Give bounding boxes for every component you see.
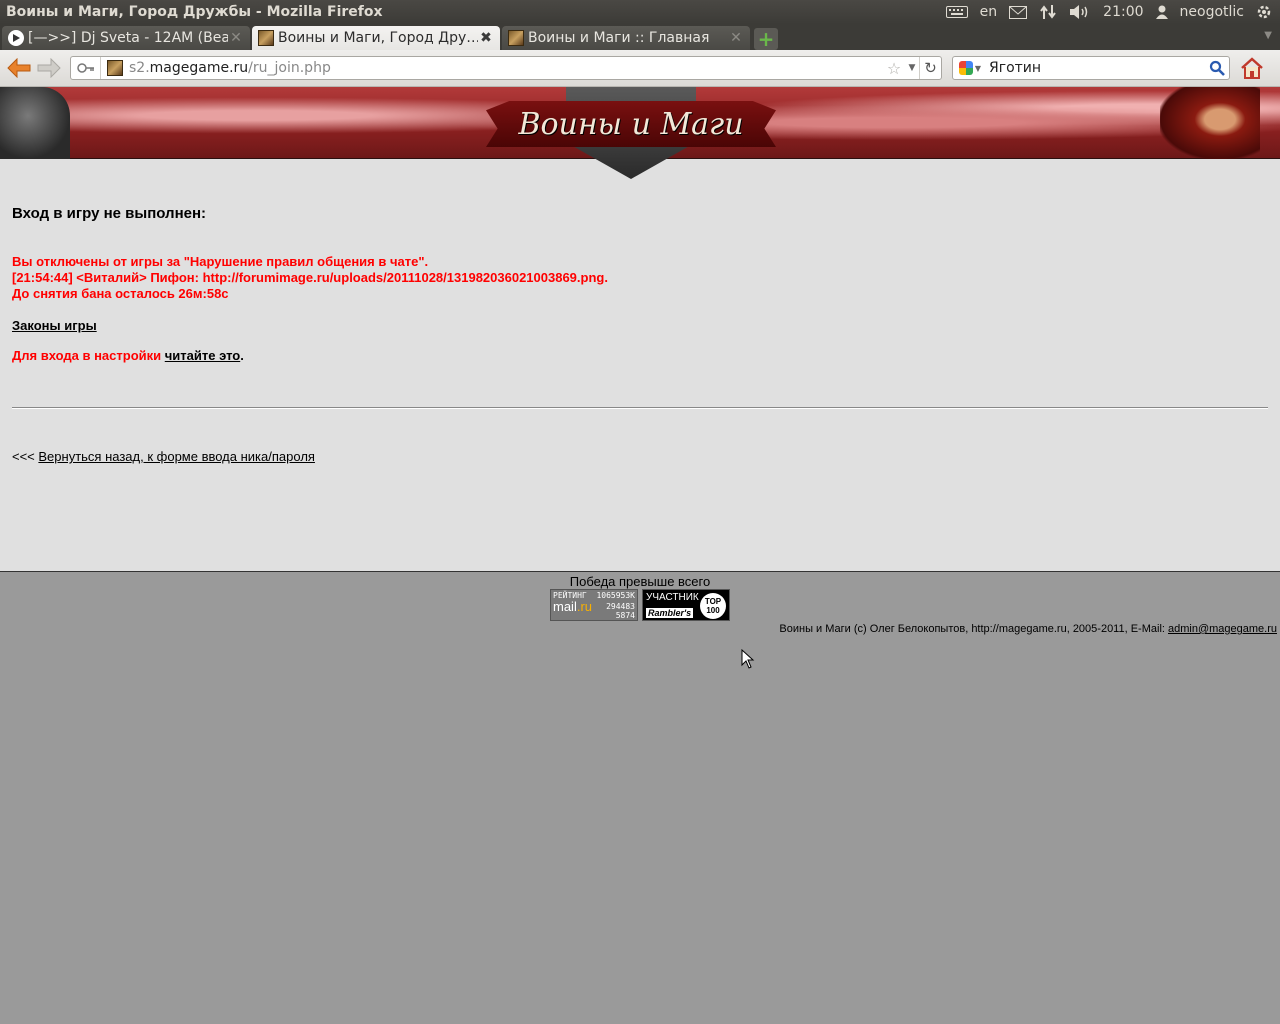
tab-game-main[interactable]: Воины и Маги :: Главная ✕ bbox=[502, 26, 750, 50]
back-arrows: <<< bbox=[12, 449, 39, 464]
tab-strip: [—>>] Dj Sveta - 12AM (Bea… ✕ Воины и Ма… bbox=[0, 24, 1280, 51]
game-rules-link[interactable]: Законы игры bbox=[12, 318, 97, 333]
keyboard-layout[interactable]: en bbox=[980, 4, 998, 20]
game-favicon bbox=[508, 30, 524, 46]
search-bar[interactable]: ▼ Яготин bbox=[952, 56, 1230, 80]
close-tab-icon[interactable]: ✕ bbox=[228, 30, 244, 46]
rambler-logo-text: Rambler's bbox=[646, 608, 694, 618]
close-tab-icon[interactable]: ✖ bbox=[478, 30, 494, 46]
tab-game-city[interactable]: Воины и Маги, Город Дру… ✖ bbox=[252, 26, 500, 50]
home-icon[interactable] bbox=[1238, 54, 1266, 82]
network-icon[interactable] bbox=[1039, 4, 1057, 20]
rambler-top100-counter[interactable]: УЧАСТНИК Rambler's TOP 100 bbox=[642, 589, 730, 621]
horizontal-divider bbox=[12, 407, 1268, 409]
knight-illustration bbox=[0, 87, 70, 159]
tab-list-arrow-icon[interactable]: ▼ bbox=[1264, 30, 1272, 41]
search-icon[interactable] bbox=[1205, 60, 1229, 76]
search-input[interactable]: Яготин bbox=[987, 60, 1205, 76]
footer-motto: Победа превыше всего bbox=[569, 574, 711, 589]
login-failed-heading: Вход в игру не выполнен: bbox=[12, 205, 207, 222]
close-tab-icon[interactable]: ✕ bbox=[728, 30, 744, 46]
back-to-login: <<< Вернуться назад, к форме ввода ника/… bbox=[12, 449, 315, 464]
tab-label: Воины и Маги :: Главная bbox=[528, 30, 710, 46]
chevron-down-icon: ▼ bbox=[974, 63, 982, 73]
play-icon bbox=[8, 30, 24, 46]
url-text[interactable]: s2.magegame.ru/ru_join.php bbox=[129, 60, 883, 76]
mouse-cursor-icon bbox=[741, 649, 755, 669]
top100-badge: TOP 100 bbox=[700, 593, 726, 619]
counter-visits: 294483 bbox=[606, 602, 635, 611]
copyright-line: Воины и Маги (c) Олег Белокопытов, http:… bbox=[779, 623, 1277, 635]
url-bar[interactable]: s2.magegame.ru/ru_join.php ☆ ▼ ↻ bbox=[70, 56, 942, 80]
user-icon[interactable] bbox=[1155, 5, 1168, 19]
copyright-text: Воины и Маги (c) Олег Белокопытов, http:… bbox=[779, 623, 1168, 635]
user-name[interactable]: neogotlic bbox=[1180, 4, 1244, 20]
ban-chat-log: [21:54:44] <Виталий> Пифон: http://forum… bbox=[12, 270, 608, 285]
back-to-login-link[interactable]: Вернуться назад, к форме ввода ника/паро… bbox=[38, 449, 315, 464]
logo-text: Воины и Маги bbox=[518, 106, 744, 142]
power-gear-icon[interactable] bbox=[1256, 4, 1272, 20]
new-tab-plus-icon[interactable]: + bbox=[754, 27, 778, 51]
site-identity-key-icon[interactable] bbox=[71, 57, 101, 79]
forward-arrow-icon[interactable] bbox=[34, 53, 64, 83]
admin-email-link[interactable]: admin@magegame.ru bbox=[1168, 623, 1277, 635]
tab-label: [—>>] Dj Sveta - 12AM (Bea… bbox=[28, 30, 228, 46]
main-content: Вход в игру не выполнен: Вы отключены от… bbox=[0, 159, 1280, 572]
web-page: Воины и Маги Вход в игру не выполнен: Вы… bbox=[0, 87, 1280, 1024]
settings-hint-text: Для входа в настройки bbox=[12, 348, 165, 363]
ban-time-remaining: До снятия бана осталось 26м:58с bbox=[12, 286, 229, 301]
tab-music[interactable]: [—>>] Dj Sveta - 12AM (Bea… ✕ bbox=[2, 26, 250, 50]
search-engine-selector[interactable]: ▼ bbox=[953, 61, 987, 75]
window-title: Воины и Маги, Город Дружбы - Mozilla Fir… bbox=[6, 4, 383, 20]
volume-icon[interactable] bbox=[1069, 4, 1091, 20]
navigation-toolbar: s2.magegame.ru/ru_join.php ☆ ▼ ↻ ▼ Яготи… bbox=[0, 50, 1280, 87]
page-favicon bbox=[107, 60, 123, 76]
ban-message: Вы отключены от игры за "Нарушение прави… bbox=[12, 254, 608, 302]
site-logo[interactable]: Воины и Маги bbox=[486, 87, 776, 179]
system-tray: en 21:00 neogotlic bbox=[945, 4, 1280, 20]
reload-icon[interactable]: ↻ bbox=[919, 57, 941, 79]
settings-hint: Для входа в настройки читайте это. bbox=[12, 348, 244, 363]
settings-hint-dot: . bbox=[240, 348, 244, 363]
counter-value: 1065953К bbox=[596, 591, 635, 600]
read-this-link[interactable]: читайте это bbox=[165, 348, 240, 363]
google-icon bbox=[958, 61, 973, 75]
site-banner: Воины и Маги bbox=[0, 87, 1280, 179]
clock[interactable]: 21:00 bbox=[1103, 4, 1143, 20]
logo-ribbon: Воины и Маги bbox=[486, 101, 776, 147]
back-arrow-icon[interactable] bbox=[4, 53, 34, 83]
game-favicon bbox=[258, 30, 274, 46]
mailru-rating-counter[interactable]: РЕЙТИНГ 1065953К mail.ru 294483 5874 bbox=[550, 589, 638, 621]
bookmark-star-icon[interactable]: ☆ bbox=[883, 59, 905, 78]
window-titlebar: Воины и Маги, Город Дружбы - Mozilla Fir… bbox=[0, 0, 1280, 24]
counter-hosts: 5874 bbox=[615, 611, 635, 620]
tab-label: Воины и Маги, Город Дру… bbox=[278, 30, 478, 46]
mage-illustration bbox=[1160, 87, 1260, 159]
mail-icon[interactable] bbox=[1009, 5, 1028, 19]
url-history-dropdown-icon[interactable]: ▼ bbox=[905, 63, 919, 73]
keyboard-icon[interactable] bbox=[945, 6, 968, 18]
ban-reason: Вы отключены от игры за "Нарушение прави… bbox=[12, 254, 429, 269]
